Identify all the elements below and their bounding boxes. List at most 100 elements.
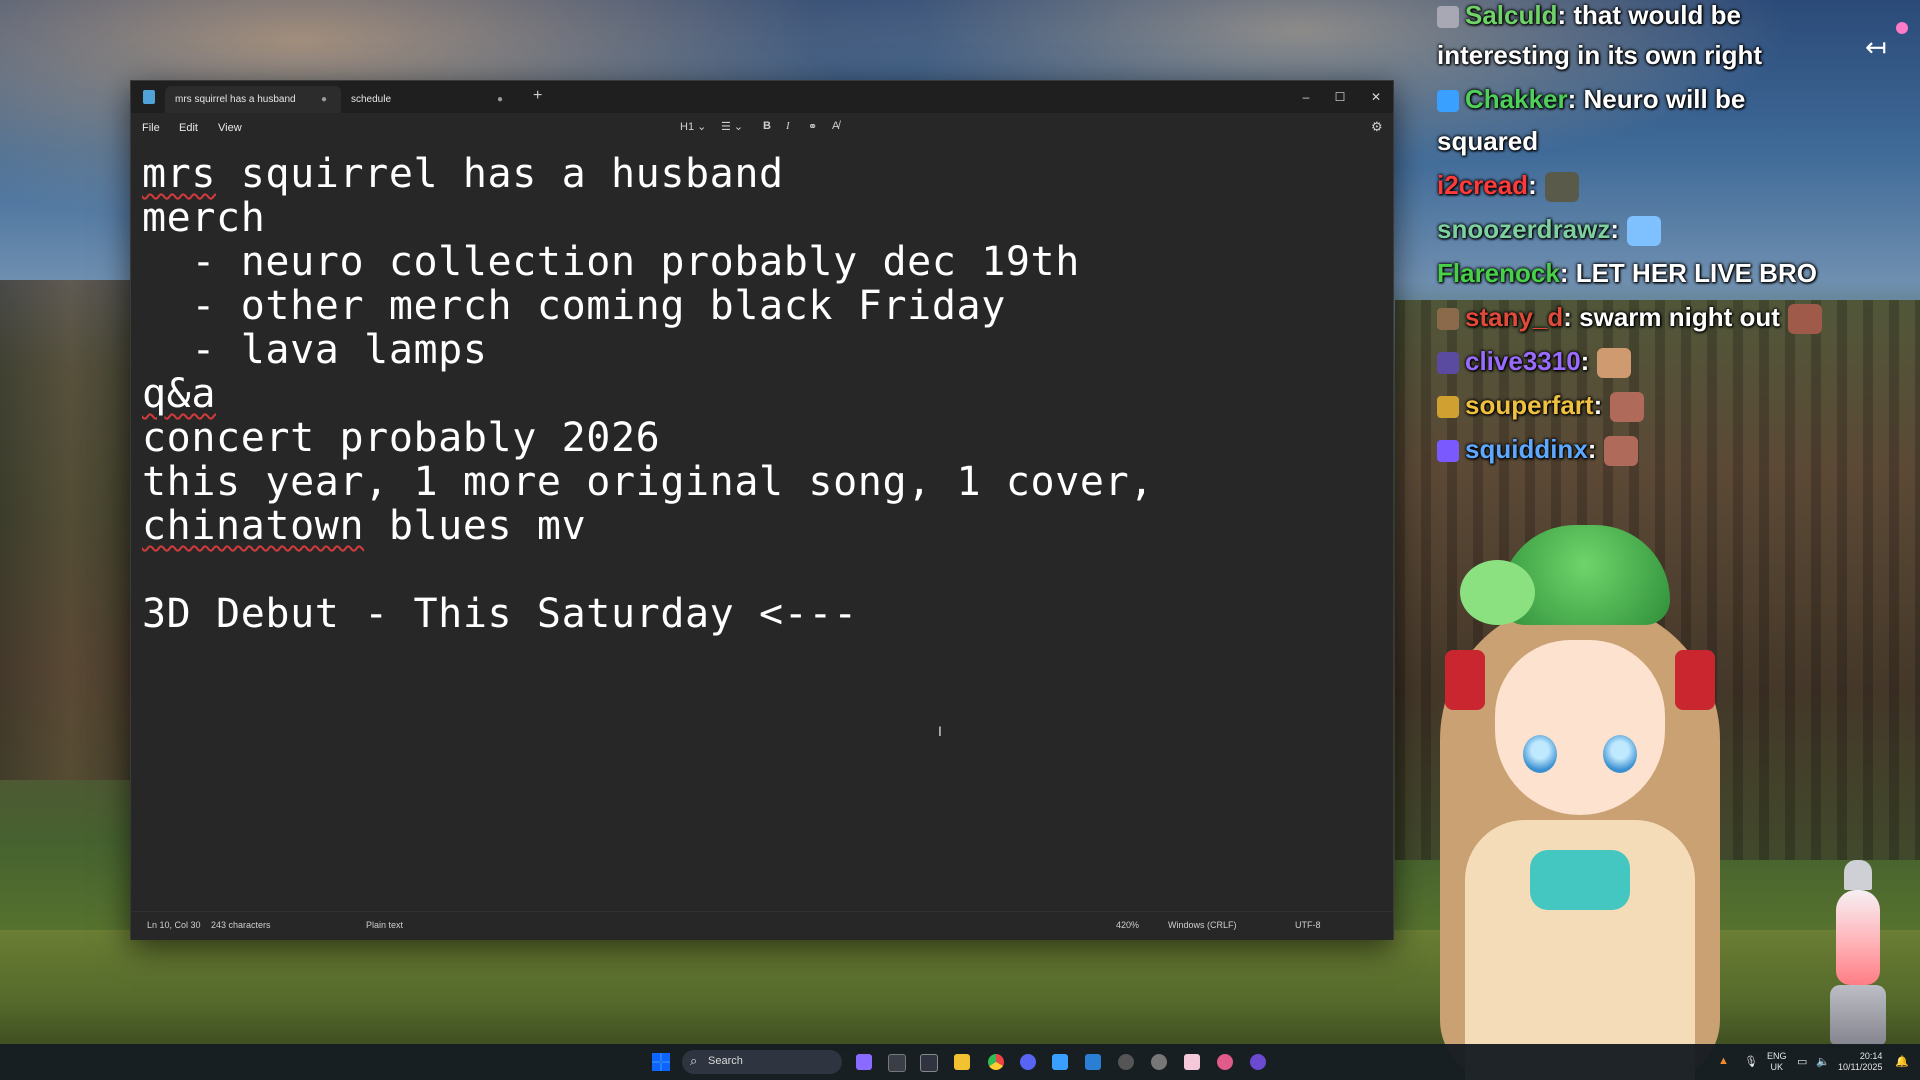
unsaved-dot-icon[interactable]: ● [497, 94, 503, 105]
chat-text: squared [1437, 126, 1539, 156]
notifications-icon[interactable]: 🔔 [1895, 1055, 1909, 1068]
bold-button[interactable]: B [763, 120, 771, 132]
lava-lamp-cap [1844, 860, 1872, 890]
microphone-icon[interactable]: 🎙 [1744, 1055, 1758, 1068]
chat-text: : that would be [1557, 0, 1741, 30]
language-indicator[interactable]: ENG UK [1767, 1051, 1787, 1073]
obs-icon[interactable] [1118, 1054, 1134, 1070]
new-tab-button[interactable]: + [533, 87, 542, 105]
chat-username[interactable]: Salculd [1465, 0, 1557, 30]
line-ending[interactable]: Windows (CRLF) [1168, 920, 1237, 930]
notification-dot-icon [1896, 22, 1908, 34]
tab-schedule[interactable]: schedule ● [341, 86, 517, 113]
menu-file[interactable]: File [142, 122, 160, 134]
chat-emote-icon [1610, 392, 1645, 423]
avatar-ribbon-left [1445, 650, 1485, 710]
encoding[interactable]: UTF-8 [1295, 920, 1321, 930]
image-app-icon[interactable] [1184, 1054, 1200, 1070]
line-text: this year, 1 more original song, 1 cover… [142, 459, 1154, 505]
chat-message: squared [1437, 126, 1538, 157]
copilot-icon[interactable] [856, 1054, 872, 1070]
link-icon[interactable]: ⚭ [808, 120, 817, 133]
chat-message: interesting in its own right [1437, 40, 1762, 71]
chat-message: Salculd: that would be [1437, 0, 1741, 31]
cursor-position[interactable]: Ln 10, Col 30 [147, 920, 201, 930]
tab-mrs-squirrel[interactable]: mrs squirrel has a husband ● [165, 86, 341, 113]
volume-icon[interactable]: 🔈 [1816, 1055, 1830, 1068]
chat-emote-icon [1787, 304, 1822, 335]
text-editor[interactable]: mrs squirrel has a husband merch - neuro … [131, 143, 1393, 911]
character-count: 243 characters [211, 920, 271, 930]
vscode-icon[interactable] [1085, 1054, 1101, 1070]
avatar-eye-left [1523, 735, 1557, 773]
chat-username[interactable]: souperfart [1465, 390, 1594, 420]
italic-button[interactable]: I [786, 120, 790, 132]
zoom-level[interactable]: 420% [1116, 920, 1139, 930]
list-dropdown[interactable]: ☰ ⌄ [721, 120, 743, 133]
misspelled-word[interactable]: mrs [142, 151, 216, 197]
collapse-arrow-icon[interactable]: ↤ [1865, 32, 1887, 63]
lava-lamp-base [1830, 985, 1886, 1045]
misspelled-word[interactable]: chinatown [142, 503, 364, 549]
text-format[interactable]: Plain text [366, 920, 403, 930]
close-button[interactable]: ✕ [1361, 87, 1391, 107]
chat-emote-icon [1544, 172, 1579, 203]
date: 10/11/2025 [1838, 1062, 1883, 1072]
line-text: blues mv [364, 503, 587, 549]
taskbar-search[interactable]: ⌕ Search [682, 1050, 842, 1074]
notepad-app-icon [143, 90, 155, 104]
pink-app-icon[interactable] [1217, 1054, 1233, 1070]
terminal-icon[interactable] [888, 1054, 906, 1072]
chat-emote-icon [1627, 216, 1662, 247]
chat-message: Flarenock: LET HER LIVE BRO [1437, 258, 1817, 289]
media-player-icon[interactable] [1250, 1054, 1266, 1070]
document-line: q&a [142, 371, 216, 417]
wallpaper-cliff-left [0, 280, 140, 780]
chat-text: : LET HER LIVE BRO [1559, 258, 1817, 288]
chat-text: : [1528, 170, 1537, 200]
avatar-face [1495, 640, 1665, 815]
file-explorer-icon[interactable] [954, 1054, 970, 1070]
console-icon[interactable] [920, 1054, 938, 1072]
chat-text: interesting in its own right [1437, 40, 1762, 70]
misspelled-word[interactable]: q&a [142, 371, 216, 417]
menu-edit[interactable]: Edit [179, 122, 198, 134]
chat-text: : Neuro will be [1567, 84, 1746, 114]
chat-text: : [1587, 434, 1597, 464]
settings-gear-icon[interactable]: ⚙ [1371, 119, 1383, 135]
chat-username[interactable]: Flarenock [1437, 258, 1560, 288]
chat-text: : swarm night out [1563, 302, 1780, 332]
document-line: mrs squirrel has a husband [142, 151, 784, 197]
chat-username[interactable]: clive3310 [1465, 346, 1581, 376]
minimize-button[interactable]: – [1291, 87, 1321, 107]
line-text: 3D Debut - This Saturday <--- [142, 591, 858, 637]
heading-dropdown[interactable]: H1 ⌄ [680, 120, 706, 133]
clear-formatting-icon[interactable]: A̸ [832, 120, 839, 132]
chat-username[interactable]: stany_d [1465, 302, 1563, 332]
lava-lamp [1830, 860, 1886, 1045]
avatar-eye-right [1603, 735, 1637, 773]
chat-badge-icon [1437, 440, 1459, 463]
maximize-button[interactable]: ☐ [1325, 87, 1355, 107]
clock[interactable]: 20:14 10/11/2025 [1838, 1051, 1882, 1073]
search-icon: ⌕ [690, 1053, 698, 1068]
chat-username[interactable]: squiddinx [1465, 434, 1588, 464]
chat-username[interactable]: snoozerdrawz [1437, 214, 1610, 244]
tray-cloud-icon[interactable]: ▲ [1718, 1055, 1729, 1067]
chat-username[interactable]: Chakker [1465, 84, 1568, 114]
title-bar[interactable]: mrs squirrel has a husband ● schedule ● … [131, 81, 1393, 113]
document-line: concert probably 2026 [142, 415, 660, 461]
windows-start-icon[interactable] [652, 1053, 670, 1071]
vtuber-avatar [1410, 520, 1750, 1080]
network-icon[interactable]: ▭ [1797, 1055, 1807, 1068]
app-icon[interactable] [1151, 1054, 1167, 1070]
chat-message: clive3310: [1437, 346, 1632, 379]
menu-view[interactable]: View [218, 122, 242, 134]
chat-username[interactable]: i2cread [1437, 170, 1528, 200]
chat-badge-icon [1437, 90, 1459, 113]
discord-icon[interactable] [1020, 1054, 1036, 1070]
chrome-icon[interactable] [988, 1054, 1004, 1070]
notepad-icon[interactable] [1052, 1054, 1068, 1070]
unsaved-dot-icon[interactable]: ● [321, 94, 327, 105]
region-code: UK [1770, 1062, 1784, 1072]
